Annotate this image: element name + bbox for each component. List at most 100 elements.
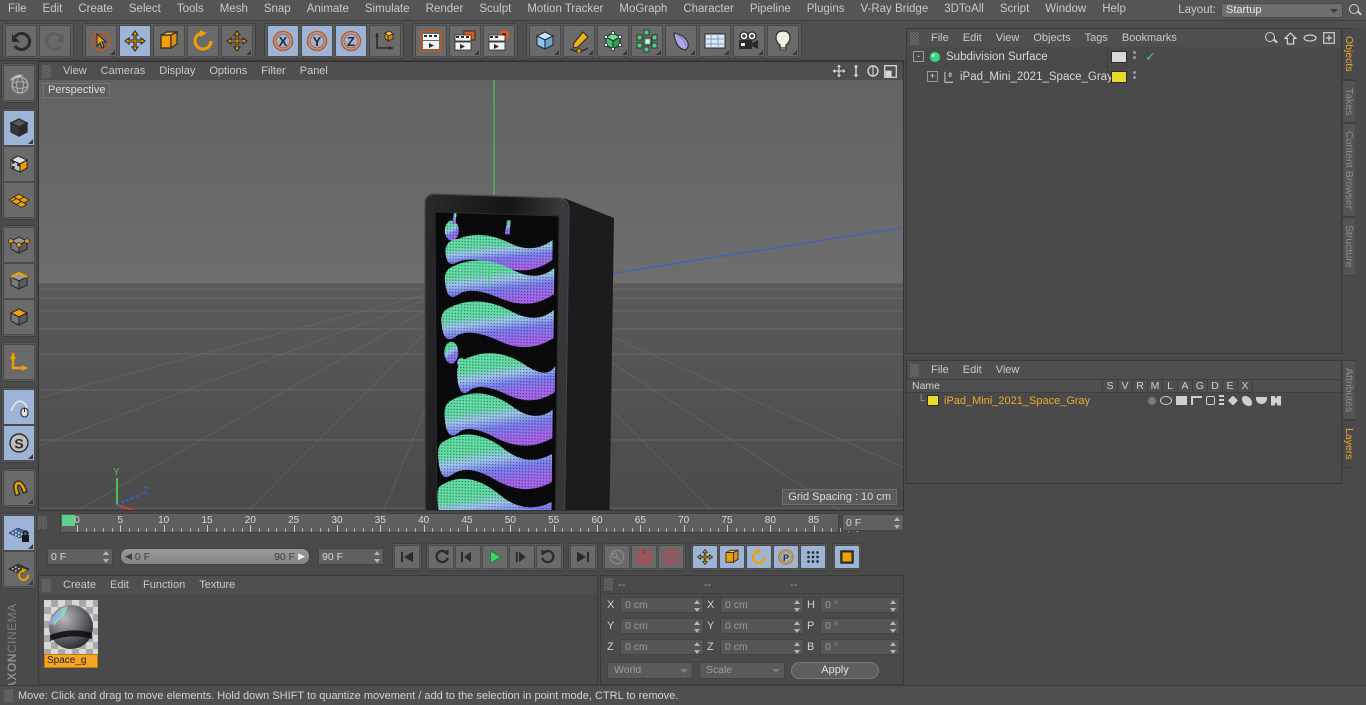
panel-grip[interactable] <box>604 578 613 591</box>
live-selection-button[interactable] <box>85 24 117 57</box>
right-tabs-top[interactable]: Objects Takes Content Browser Structure <box>1342 28 1366 354</box>
right-tab-content-browser[interactable]: Content Browser <box>1342 123 1355 218</box>
spline-pen-button[interactable] <box>563 24 595 57</box>
material-name[interactable]: Space_g <box>44 654 98 668</box>
object-tag-swatch[interactable] <box>1111 70 1127 83</box>
object-axis-button[interactable] <box>3 344 35 380</box>
keyframe-selection-button[interactable]: ? <box>658 544 684 569</box>
menu-character[interactable]: Character <box>675 4 742 16</box>
key-scale-button[interactable] <box>719 544 745 569</box>
menu-3dtoall[interactable]: 3DToAll <box>936 4 992 16</box>
key-pla-button[interactable] <box>800 544 826 569</box>
menu-edit[interactable]: Edit <box>35 4 71 16</box>
menu-render[interactable]: Render <box>418 4 472 16</box>
menu-snap[interactable]: Snap <box>256 4 299 16</box>
object-menu-edit[interactable]: Edit <box>956 32 989 44</box>
spinner-icon[interactable] <box>103 551 110 563</box>
status-grip[interactable] <box>4 689 13 702</box>
pan-view-icon[interactable] <box>832 64 846 78</box>
enable-axis-modification-button[interactable] <box>3 182 35 218</box>
object-tree[interactable]: - Subdivision Surface ✓ +0 iPad_Mini_2021_Sp… <box>907 47 1341 87</box>
scale-tool-button[interactable] <box>153 24 185 57</box>
key-position-button[interactable] <box>692 544 718 569</box>
object-enabled-check-icon[interactable]: ✓ <box>1145 50 1156 63</box>
x-axis-button[interactable]: X <box>267 24 299 57</box>
viewport-menu-options[interactable]: Options <box>202 65 254 77</box>
play-forward-button[interactable] <box>482 544 508 569</box>
magnet-button[interactable] <box>3 470 35 506</box>
layer-generator-icon[interactable] <box>1228 395 1238 406</box>
object-tree-item[interactable]: - Subdivision Surface ✓ <box>907 47 1341 67</box>
menu-tools[interactable]: Tools <box>169 4 212 16</box>
viewport-menu-cameras[interactable]: Cameras <box>94 65 153 77</box>
object-menu-tags[interactable]: Tags <box>1078 32 1115 44</box>
tree-expander-icon[interactable]: - <box>913 51 924 62</box>
render-settings-button[interactable] <box>483 24 515 57</box>
main-menu-items[interactable]: File Edit Create Select Tools Mesh Snap Animate… <box>0 0 1134 20</box>
array-clone-button[interactable] <box>631 24 663 57</box>
menu-create[interactable]: Create <box>70 4 121 16</box>
rotate-tool-button[interactable] <box>187 24 219 57</box>
coord-pos-field-0[interactable]: 0 cm <box>620 597 704 613</box>
go-to-end-button[interactable] <box>570 544 596 569</box>
menu-simulate[interactable]: Simulate <box>357 4 418 16</box>
menu-file[interactable]: File <box>0 4 35 16</box>
layer-visible-eye-icon[interactable] <box>1160 396 1172 405</box>
edges-mode-button[interactable] <box>3 263 35 299</box>
spinner-icon[interactable] <box>794 621 801 633</box>
layer-manager-menu-items[interactable]: File Edit View <box>924 361 1026 379</box>
timeline-grip[interactable] <box>38 516 47 529</box>
y-axis-button[interactable]: Y <box>301 24 333 57</box>
step-forward-button[interactable] <box>509 544 535 569</box>
make-editable-cube-button[interactable] <box>3 110 35 146</box>
z-axis-button[interactable]: Z <box>335 24 367 57</box>
menu-animate[interactable]: Animate <box>299 4 357 16</box>
viewport-3d[interactable]: Perspective Grid Spacing : 10 cm Y X Z <box>39 80 903 510</box>
layer-column-d[interactable]: D <box>1208 380 1223 392</box>
floor-environment-button[interactable] <box>699 24 731 57</box>
layer-column-s[interactable]: S <box>1103 380 1118 392</box>
object-visibility-dots[interactable] <box>1133 51 1136 59</box>
autokey-button[interactable] <box>604 544 630 569</box>
end-frame-field[interactable]: 90 F <box>318 548 384 565</box>
layer-manager-icon[interactable] <box>1191 396 1202 405</box>
coord-system-dropdown[interactable]: World <box>607 661 693 679</box>
layer-menu-view[interactable]: View <box>989 364 1027 376</box>
right-tab-takes[interactable]: Takes <box>1342 79 1355 124</box>
texture-axis-button[interactable] <box>3 146 35 182</box>
timeline-strip-button[interactable] <box>834 544 860 569</box>
add-layer-icon[interactable] <box>1323 32 1335 44</box>
layer-animation-icon[interactable] <box>1219 395 1224 406</box>
spinner-icon[interactable] <box>894 517 901 529</box>
coord-pos-field-2[interactable]: 0 cm <box>620 639 704 655</box>
timeline-right-frame-field[interactable]: 0 F <box>842 514 904 531</box>
polygons-mode-button[interactable] <box>3 299 35 335</box>
material-menu-create[interactable]: Create <box>56 579 103 591</box>
cube-primitive-button[interactable] <box>529 24 561 57</box>
layer-render-clapper-icon[interactable] <box>1176 396 1187 405</box>
object-tree-item[interactable]: +0 iPad_Mini_2021_Space_Gray <box>907 67 1341 87</box>
current-frame-field[interactable]: 0 F <box>47 548 113 565</box>
spinner-icon[interactable] <box>794 642 801 654</box>
material-menu-texture[interactable]: Texture <box>192 579 242 591</box>
layer-column-r[interactable]: R <box>1133 380 1148 392</box>
layer-column-x[interactable]: X <box>1238 380 1253 392</box>
right-tab-structure[interactable]: Structure <box>1342 217 1355 276</box>
coord-mode-dropdown[interactable]: Scale <box>699 661 785 679</box>
menu-window[interactable]: Window <box>1037 4 1094 16</box>
menu-motion-tracker[interactable]: Motion Tracker <box>519 4 611 16</box>
material-menu-function[interactable]: Function <box>136 579 192 591</box>
points-mode-button[interactable] <box>3 227 35 263</box>
move-tool-button[interactable] <box>119 24 151 57</box>
search-icon[interactable] <box>1264 31 1278 45</box>
generator-button[interactable] <box>597 24 629 57</box>
layer-deformer-icon[interactable] <box>1242 395 1252 406</box>
menu-mograph[interactable]: MoGraph <box>611 4 675 16</box>
menu-mesh[interactable]: Mesh <box>212 4 256 16</box>
layer-row[interactable]: └ iPad_Mini_2021_Space_Gray <box>907 393 1341 408</box>
viewport-solo-button[interactable] <box>3 389 35 425</box>
apply-button[interactable]: Apply <box>791 661 879 679</box>
coord-size-field-0[interactable]: 0 cm <box>720 597 804 613</box>
menu-script[interactable]: Script <box>992 4 1037 16</box>
workplane-lock-button[interactable] <box>3 515 35 551</box>
